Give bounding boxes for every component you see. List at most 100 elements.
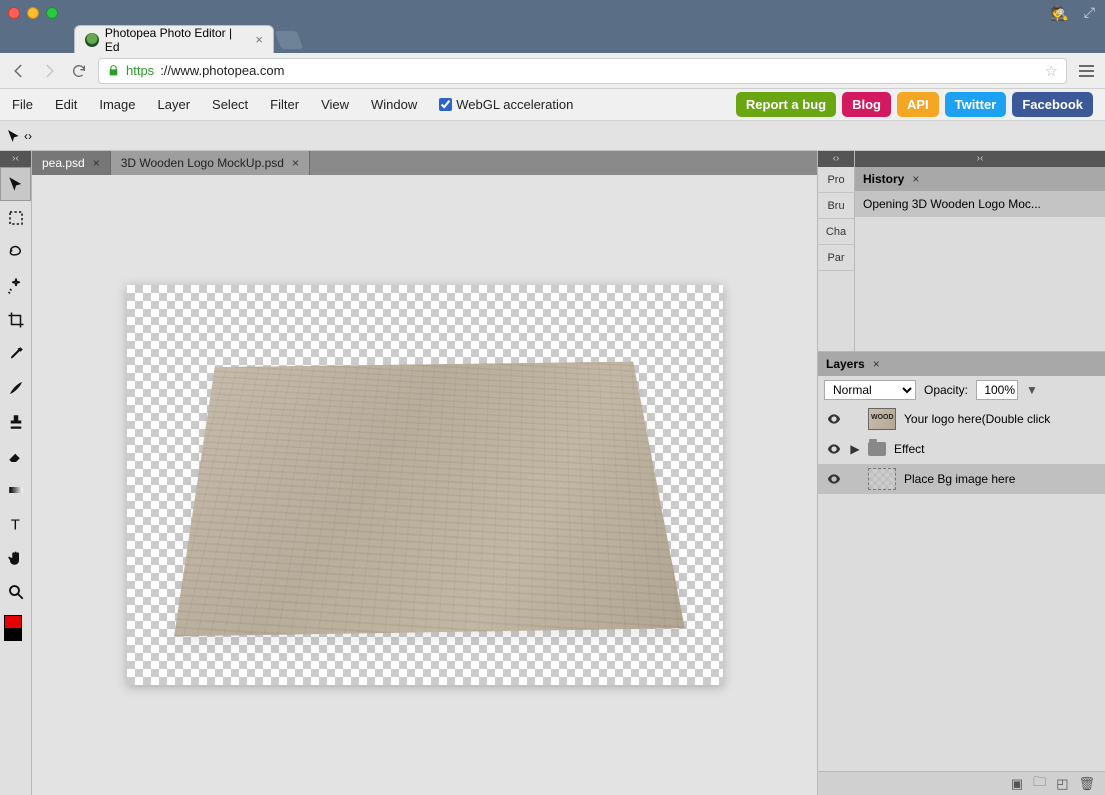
visibility-toggle-icon[interactable] — [826, 441, 842, 457]
new-folder-icon[interactable]: 🗀 — [1033, 773, 1046, 795]
window-close-dot[interactable] — [8, 7, 20, 19]
bookmark-star-icon[interactable]: ☆ — [1045, 62, 1058, 80]
tab-close-icon[interactable]: × — [255, 32, 263, 47]
tool-hand[interactable] — [0, 541, 31, 575]
window-zoom-dot[interactable] — [46, 7, 58, 19]
menu-filter[interactable]: Filter — [270, 97, 299, 112]
layer-mask-icon[interactable]: ◰ — [1056, 776, 1068, 792]
right-panels: ‹› Pro Bru Cha Par ›‹ History × Opening … — [817, 151, 1105, 795]
tool-eraser[interactable] — [0, 439, 31, 473]
tools-panel: ›‹ T — [0, 151, 32, 795]
tool-wand[interactable] — [0, 269, 31, 303]
document-tab-label: pea.psd — [42, 156, 85, 170]
webgl-toggle[interactable]: WebGL acceleration — [439, 97, 573, 112]
tool-options-caret-icon[interactable]: ‹› — [24, 129, 32, 143]
new-layer-icon[interactable]: ▣ — [1011, 776, 1023, 792]
canvas-viewport[interactable] — [32, 175, 817, 795]
document-tabs: pea.psd × 3D Wooden Logo MockUp.psd × — [32, 151, 817, 175]
tool-eyedropper[interactable] — [0, 337, 31, 371]
side-tab-paragraph[interactable]: Par — [818, 245, 854, 271]
facebook-button[interactable]: Facebook — [1012, 92, 1093, 117]
document-tab[interactable]: pea.psd × — [32, 151, 111, 175]
forward-button[interactable] — [38, 60, 60, 82]
tool-gradient[interactable] — [0, 473, 31, 507]
opacity-input[interactable] — [976, 380, 1018, 400]
window-minimize-dot[interactable] — [27, 7, 39, 19]
layer-name: Place Bg image here — [904, 472, 1015, 486]
side-tab-brush[interactable]: Bru — [818, 193, 854, 219]
new-tab-button[interactable] — [275, 31, 304, 49]
menu-window[interactable]: Window — [371, 97, 417, 112]
tool-type[interactable]: T — [0, 507, 31, 541]
color-swatches[interactable] — [0, 613, 31, 645]
menu-edit[interactable]: Edit — [55, 97, 77, 112]
reload-button[interactable] — [68, 60, 90, 82]
menu-image[interactable]: Image — [99, 97, 135, 112]
canvas[interactable] — [127, 285, 723, 685]
webgl-label: WebGL acceleration — [456, 97, 573, 112]
browser-tab-title: Photopea Photo Editor | Ed — [105, 26, 249, 54]
tool-zoom[interactable] — [0, 575, 31, 609]
layers-list: Your logo here(Double click ▶ Effect Pla… — [818, 404, 1105, 771]
layer-row[interactable]: Your logo here(Double click — [818, 404, 1105, 434]
browser-tab[interactable]: Photopea Photo Editor | Ed × — [74, 25, 274, 53]
url-protocol: https — [126, 63, 154, 78]
history-title: History — [863, 172, 904, 186]
layer-row[interactable]: ▶ Effect — [818, 434, 1105, 464]
expand-caret-icon[interactable]: ▶ — [850, 442, 860, 456]
blog-button[interactable]: Blog — [842, 92, 891, 117]
layer-thumbnail[interactable] — [868, 468, 896, 490]
tool-brush[interactable] — [0, 371, 31, 405]
blend-mode-select[interactable]: Normal — [824, 380, 916, 400]
menu-view[interactable]: View — [321, 97, 349, 112]
tool-crop[interactable] — [0, 303, 31, 337]
traffic-lights — [8, 7, 58, 19]
side-tab-character[interactable]: Cha — [818, 219, 854, 245]
side-tab-properties[interactable]: Pro — [818, 167, 854, 193]
history-item[interactable]: Opening 3D Wooden Logo Moc... — [855, 191, 1105, 217]
visibility-toggle-icon[interactable] — [826, 411, 842, 427]
tool-options-bar: ‹› — [0, 121, 1105, 151]
close-icon[interactable]: × — [873, 357, 880, 371]
browser-menu-button[interactable] — [1075, 60, 1097, 82]
fullscreen-icon[interactable]: ⤢ — [1084, 4, 1095, 21]
side-collapse-button[interactable]: ‹› — [818, 151, 854, 167]
report-bug-button[interactable]: Report a bug — [736, 92, 836, 117]
twitter-button[interactable]: Twitter — [945, 92, 1007, 117]
tool-lasso[interactable] — [0, 235, 31, 269]
document-tab[interactable]: 3D Wooden Logo MockUp.psd × — [111, 151, 310, 175]
history-panel-header[interactable]: History × — [855, 167, 1105, 191]
close-icon[interactable]: × — [93, 156, 100, 170]
tool-marquee[interactable] — [0, 201, 31, 235]
address-bar[interactable]: https ://www.photopea.com ☆ — [98, 58, 1067, 84]
folder-icon — [868, 442, 886, 456]
foreground-color[interactable] — [4, 615, 22, 629]
tools-collapse-button[interactable]: ›‹ — [0, 151, 31, 167]
back-button[interactable] — [8, 60, 30, 82]
menu-file[interactable]: File — [12, 97, 33, 112]
layers-panel: Layers × Normal Opacity: ▼ Your logo her… — [818, 351, 1105, 795]
background-color[interactable] — [4, 627, 22, 641]
webgl-checkbox[interactable] — [439, 98, 452, 111]
browser-toolbar: https ://www.photopea.com ☆ — [0, 53, 1105, 89]
tool-stamp[interactable] — [0, 405, 31, 439]
opacity-dropdown-icon[interactable]: ▼ — [1026, 383, 1038, 397]
history-collapse-button[interactable]: ›‹ — [855, 151, 1105, 167]
favicon-icon — [85, 33, 99, 47]
visibility-toggle-icon[interactable] — [826, 471, 842, 487]
tool-move[interactable] — [0, 167, 31, 201]
layer-name: Effect — [894, 442, 924, 456]
layer-thumbnail[interactable] — [868, 408, 896, 430]
browser-tab-strip: Photopea Photo Editor | Ed × — [0, 25, 1105, 53]
move-tool-icon — [6, 128, 22, 144]
menu-select[interactable]: Select — [212, 97, 248, 112]
menu-layer[interactable]: Layer — [158, 97, 191, 112]
close-icon[interactable]: × — [912, 172, 919, 186]
api-button[interactable]: API — [897, 92, 939, 117]
delete-layer-icon[interactable]: 🗑 — [1078, 776, 1095, 792]
app-menubar: File Edit Image Layer Select Filter View… — [0, 89, 1105, 121]
incognito-icon: 🕵 — [1050, 4, 1069, 22]
close-icon[interactable]: × — [292, 156, 299, 170]
layer-row[interactable]: Place Bg image here — [818, 464, 1105, 494]
layers-panel-header[interactable]: Layers × — [818, 352, 1105, 376]
